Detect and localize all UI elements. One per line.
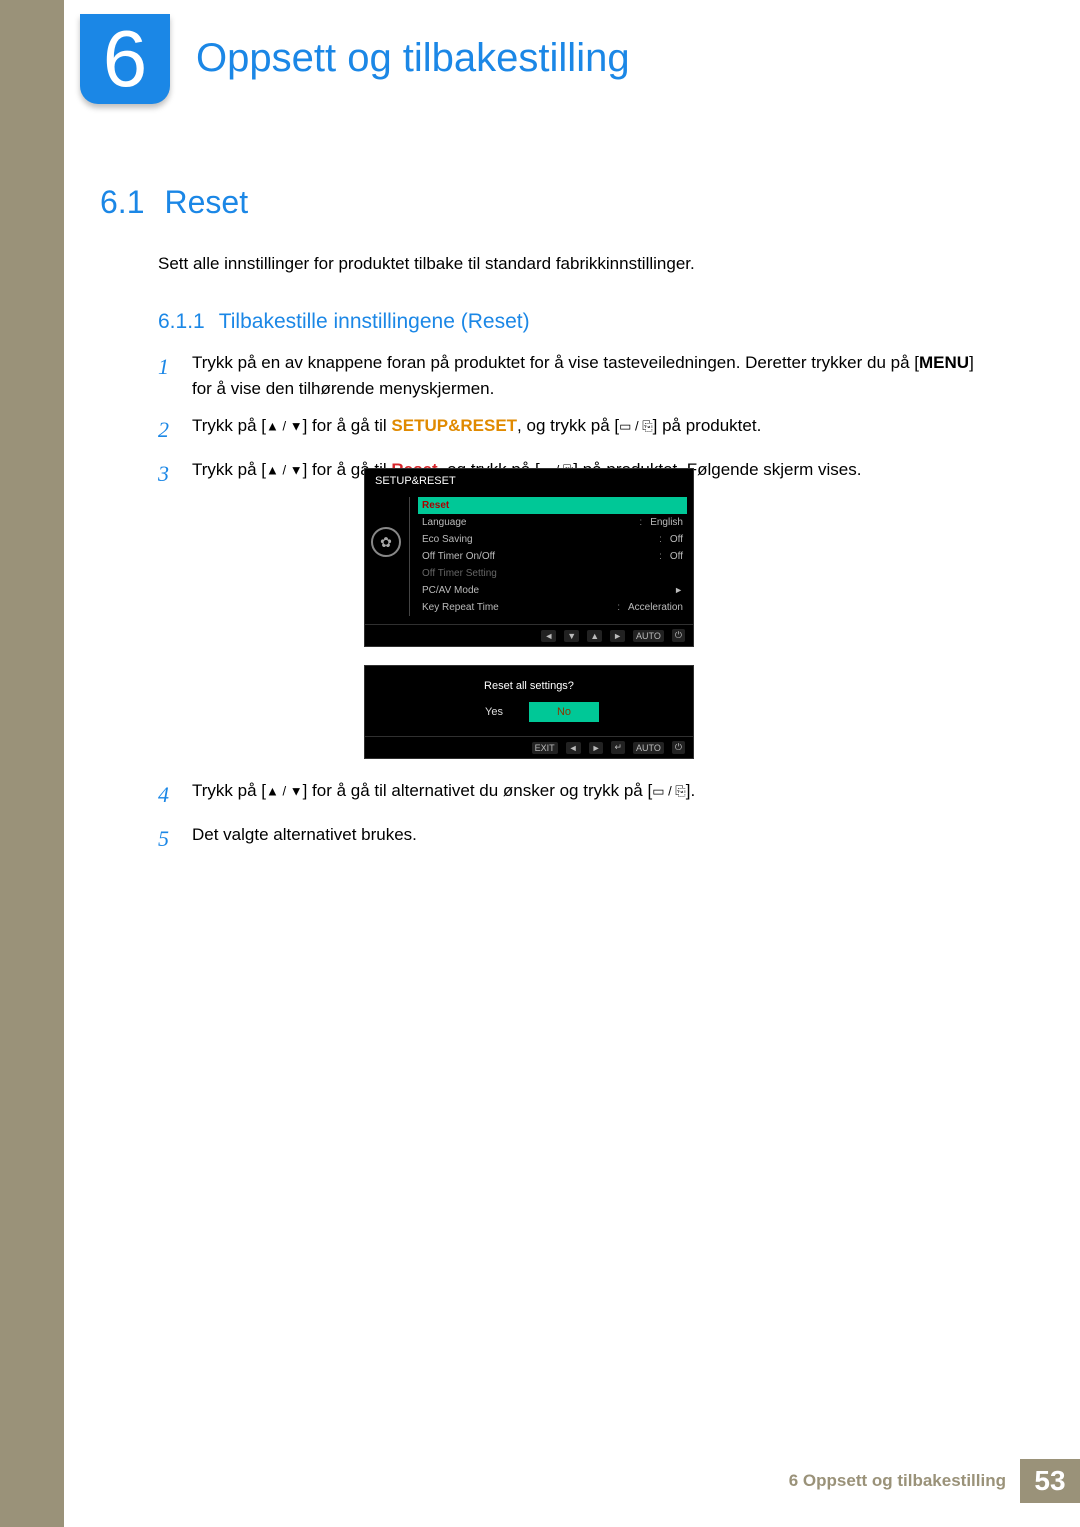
step-text: , og trykk på [ [517,416,619,435]
step-4: 4 Trykk på [▲ / ▼] for å gå til alternat… [158,778,998,812]
chapter-title: Oppsett og tilbakestilling [196,36,630,81]
osd-title: SETUP&RESET [365,469,693,493]
enter-icon: ▭ / ⎘ [652,783,686,798]
subsection-heading: 6.1.1 Tilbakestille innstillingene (Rese… [158,310,530,334]
nav-left-icon: ◄ [566,742,581,754]
osd-confirm: Reset all settings? Yes No EXIT ◄ ► ↵ AU… [364,665,694,759]
osd-footer: ◄ ▼ ▲ ► AUTO ⏻ [365,624,693,646]
step-text: ]. [686,781,695,800]
osd-item-eco: Eco Saving:Off [418,531,687,548]
auto-label: AUTO [633,742,664,754]
step-5: 5 Det valgte alternativet brukes. [158,822,998,856]
osd-confirm-prompt: Reset all settings? [365,666,693,702]
osd-item-pcav: PC/AV Mode► [418,582,687,599]
menu-label: MENU [919,353,969,372]
gear-icon: ✿ [371,527,401,557]
subsection-number: 6.1.1 [158,310,205,334]
page-footer: 6 Oppsett og tilbakestilling 53 [789,1459,1080,1503]
step-number: 1 [158,350,176,384]
footer-page-number: 53 [1020,1459,1080,1503]
section-heading: 6.1 Reset [100,184,248,221]
chevron-right-icon: ► [674,585,683,596]
step-text: Trykk på en av knappene foran på produkt… [192,353,919,372]
step-text: ] på produktet. [653,416,762,435]
section-number: 6.1 [100,184,144,221]
auto-label: AUTO [633,630,664,642]
step-text: Trykk på [ [192,460,266,479]
power-icon: ⏻ [672,629,685,642]
step-number: 4 [158,778,176,812]
step-text: Det valgte alternativet brukes. [192,822,998,848]
steps-after: 4 Trykk på [▲ / ▼] for å gå til alternat… [158,778,998,866]
nav-right-icon: ► [610,630,625,642]
step-2: 2 Trykk på [▲ / ▼] for å gå til SETUP&RE… [158,413,998,447]
power-icon: ⏻ [672,741,685,754]
updown-icon: ▲ / ▼ [266,783,303,798]
side-bar [0,0,64,1527]
nav-right-icon: ► [589,742,604,754]
section-title: Reset [164,184,248,221]
step-text: Trykk på [ [192,781,266,800]
osd-item-offtimer: Off Timer On/Off:Off [418,548,687,565]
osd-item-language: Language:English [418,514,687,531]
osd-item-list: Reset Language:English Eco Saving:Off Of… [409,497,687,616]
osd-yes: Yes [459,702,529,722]
step-1: 1 Trykk på en av knappene foran på produ… [158,350,998,403]
osd-confirm-footer: EXIT ◄ ► ↵ AUTO ⏻ [365,736,693,758]
osd-item-offtimer-setting: Off Timer Setting [418,565,687,582]
osd-item-reset: Reset [418,497,687,514]
footer-chapter: 6 Oppsett og tilbakestilling [789,1471,1006,1491]
subsection-title: Tilbakestille innstillingene (Reset) [219,310,530,334]
step-text: Trykk på [ [192,416,266,435]
step-text: ] for å gå til [303,416,392,435]
nav-down-icon: ▼ [564,630,579,642]
step-text: ] for å gå til alternativet du ønsker og… [303,781,653,800]
exit-label: EXIT [532,742,558,754]
updown-icon: ▲ / ▼ [266,418,303,433]
osd-item-keyrepeat: Key Repeat Time:Acceleration [418,599,687,616]
osd-yes-no: Yes No [365,702,693,736]
enter-icon: ▭ / ⎘ [619,418,653,433]
osd-screenshot: SETUP&RESET ✿ Reset Language:English Eco… [364,468,694,759]
osd-no: No [529,702,599,722]
chapter-number-badge: 6 [80,14,170,104]
nav-left-icon: ◄ [541,630,556,642]
step-number: 2 [158,413,176,447]
step-number: 5 [158,822,176,856]
enter-icon: ↵ [611,741,625,754]
section-description: Sett alle innstillinger for produktet ti… [158,254,695,274]
step-number: 3 [158,457,176,491]
updown-icon: ▲ / ▼ [266,462,303,477]
osd-menu: SETUP&RESET ✿ Reset Language:English Eco… [364,468,694,647]
setup-reset-label: SETUP&RESET [391,416,517,435]
nav-up-icon: ▲ [587,630,602,642]
